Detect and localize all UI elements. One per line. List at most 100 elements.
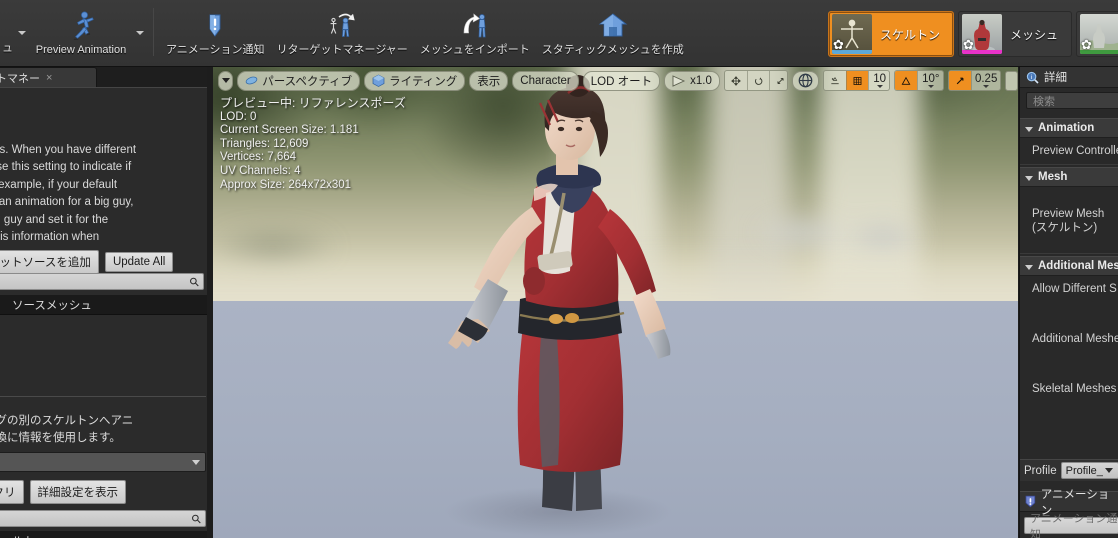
preview-profile-combo[interactable]: Profile_ (1060, 462, 1118, 479)
anim-notifies-search-input[interactable]: アニメーション通知 (1024, 513, 1118, 538)
viewport-playrate-label: x1.0 (690, 74, 712, 87)
help-line-0: rget Sources. When you have different (0, 144, 137, 156)
preview-viewport[interactable]: プレビュー中: リファレンスポーズ LOD: 0 Current Screen … (213, 67, 1018, 538)
play-icon (672, 74, 686, 87)
anim-notifies-search-placeholder: アニメーション通知 (1030, 512, 1118, 538)
clear-mapping-button[interactable]: ングをクリ (0, 480, 24, 504)
tab-retarget-manager[interactable]: ーゲットマネー × (0, 67, 97, 87)
rig-select-combo[interactable] (0, 452, 206, 472)
details-search-placeholder: 検索 (1033, 95, 1055, 108)
view-options-caret-icon[interactable] (218, 70, 234, 91)
viewport-show-label: 表示 (477, 75, 501, 88)
scale-snap-value-label: 0.25 (974, 72, 998, 85)
bottom-search-input[interactable]: ⚲ (0, 510, 206, 527)
viewport-playrate-button[interactable]: x1.0 (664, 70, 720, 91)
details-magnifier-icon: i (1026, 71, 1039, 84)
details-category-mesh[interactable]: Mesh (1020, 167, 1118, 187)
grid-snap-icon[interactable] (846, 71, 869, 90)
toolbar-button-retarget-manager[interactable]: リターゲットマネージャー (271, 6, 414, 60)
angle-snap-group: 10° (894, 70, 945, 91)
mode-button-skeleton[interactable]: ✿ スケルトン (827, 11, 954, 57)
show-advanced-button[interactable]: 詳細設定を表示 (29, 480, 126, 504)
add-retarget-source-button[interactable]: 規リターゲットソースを追加 (0, 250, 99, 274)
transform-mode-group (723, 70, 789, 91)
source-mesh-list-header[interactable]: ソースメッシュ (0, 295, 207, 315)
animation-thumb: ✿ (1080, 14, 1118, 54)
mode-button-mesh[interactable]: ✿ メッシュ (957, 11, 1072, 57)
toolbar-button-clipped[interactable]: ュ (0, 6, 15, 60)
create-static-mesh-icon (596, 8, 630, 44)
stat-screen-size: Current Screen Size: 1.181 (220, 124, 359, 137)
details-category-animation[interactable]: Animation (1020, 118, 1118, 138)
viewport-perspective-label: パースペクティブ (262, 75, 353, 88)
asset-star-icon: ✿ (1081, 37, 1092, 52)
rotate-icon[interactable] (746, 71, 769, 90)
tab-retarget-manager-label: ーゲットマネー (0, 72, 40, 85)
move-icon[interactable] (725, 71, 747, 90)
toolbar-button-import-mesh-label: メッシュをインポート (419, 44, 530, 56)
camera-icon (245, 76, 258, 85)
world-coordinate-icon[interactable] (792, 70, 820, 91)
preview-profile-label: Profile (1024, 464, 1057, 477)
toolbar-button-create-static-mesh-label: スタティックメッシュを作成 (541, 44, 684, 56)
property-preview-controller[interactable]: Preview Controlle (1032, 144, 1118, 158)
camera-speed-icon[interactable] (1005, 70, 1018, 91)
preview-character-mesh[interactable] (428, 67, 768, 538)
asset-star-icon: ✿ (962, 37, 974, 52)
viewport-show-button[interactable]: 表示 (469, 70, 509, 91)
source-search-input[interactable]: ⚲ (0, 273, 204, 290)
help-line-4: from the big guy and set it for the (0, 213, 109, 226)
viewport-lighting-label: ライティング (389, 75, 458, 88)
viewport-lighting-button[interactable]: ライティング (364, 70, 466, 91)
retarget-manager-body: rget Sources. When you have different , … (0, 87, 207, 538)
property-preview-mesh-sub: (スケルトン) (1032, 222, 1098, 234)
toolbar-button-anim-notifies[interactable]: アニメーション通知 (160, 6, 271, 60)
viewport-character-label: Character (520, 74, 571, 87)
retarget-manager-panel: ーゲットマネー × rget Sources. When you have di… (0, 67, 207, 538)
viewport-lod-label: LOD オート (590, 75, 653, 88)
property-skeletal-meshes[interactable]: Skeletal Meshes (1032, 382, 1116, 396)
scale-snap-icon[interactable] (949, 71, 972, 90)
update-all-button[interactable]: Update All (104, 252, 174, 272)
left-panel-tabstrip: ーゲットマネー × (0, 67, 207, 87)
toolbar-button-retarget-manager-label: リターゲットマネージャー (276, 44, 408, 56)
property-preview-mesh[interactable]: Preview Mesh (1032, 207, 1104, 221)
mesh-thumb: ✿ (961, 14, 1002, 54)
angle-snap-icon[interactable] (895, 71, 918, 90)
property-allow-different-skeletons[interactable]: Allow Different S (1032, 282, 1117, 296)
viewport-character-button[interactable]: Character (512, 70, 579, 91)
details-category-animation-label: Animation (1038, 122, 1095, 134)
toolbar-clipped-caret[interactable] (15, 6, 29, 60)
stat-triangles: Triangles: 12,609 (220, 137, 309, 150)
stat-lod: LOD: 0 (220, 110, 257, 123)
scale-icon[interactable] (768, 71, 787, 90)
grid-snap-value[interactable]: 10 (868, 71, 889, 90)
toolbar-button-preview-animation[interactable]: Preview Animation (29, 6, 133, 60)
angle-snap-value[interactable]: 10° (917, 71, 943, 90)
details-category-additional-meshes[interactable]: Additional Mesh (1020, 256, 1118, 276)
property-additional-meshes[interactable]: Additional Meshe (1032, 332, 1118, 346)
viewport-perspective-button[interactable]: パースペクティブ (237, 70, 361, 91)
details-search-input[interactable]: 検索 (1026, 92, 1118, 109)
rig-description-text: 次に同一リグの別のスケルトンへアニ データの変換に情報を使用します。 (0, 413, 206, 447)
viewport-lod-button[interactable]: LOD オート (582, 70, 661, 91)
mode-button-animation[interactable]: ✿ (1076, 11, 1118, 57)
surface-snap-icon[interactable] (824, 71, 846, 90)
viewport-stats-overlay: プレビュー中: リファレンスポーズ LOD: 0 Current Screen … (220, 96, 406, 192)
scale-snap-value[interactable]: 0.25 (971, 71, 1000, 90)
editor-mode-switcher: ✿ スケルトン ✿ メッシュ ✿ (827, 8, 1118, 60)
main-toolbar: ュ Preview Animation アニメーション通知 リターゲットマネージ… (0, 0, 1118, 67)
preview-profile-value: Profile_ (1065, 464, 1103, 477)
toolbar-button-import-mesh[interactable]: メッシュをインポート (414, 6, 536, 60)
import-mesh-icon (458, 8, 492, 44)
bottom-list-header[interactable]: ルト (0, 531, 207, 538)
toolbar-button-create-static-mesh[interactable]: スタティックメッシュを作成 (536, 6, 690, 60)
rig-line-1: データの変換に情報を使用します。 (0, 432, 121, 444)
preview-animation-caret[interactable] (133, 6, 147, 60)
details-panel-header: i 詳細 (1020, 67, 1118, 88)
close-icon[interactable]: × (46, 72, 52, 84)
anim-notify-icon (1025, 495, 1036, 508)
toolbar-button-anim-notifies-label: アニメーション通知 (166, 44, 265, 56)
toolbar-button-preview-animation-label: Preview Animation (35, 44, 127, 56)
bottom-list-header-label: ルト (12, 533, 35, 538)
